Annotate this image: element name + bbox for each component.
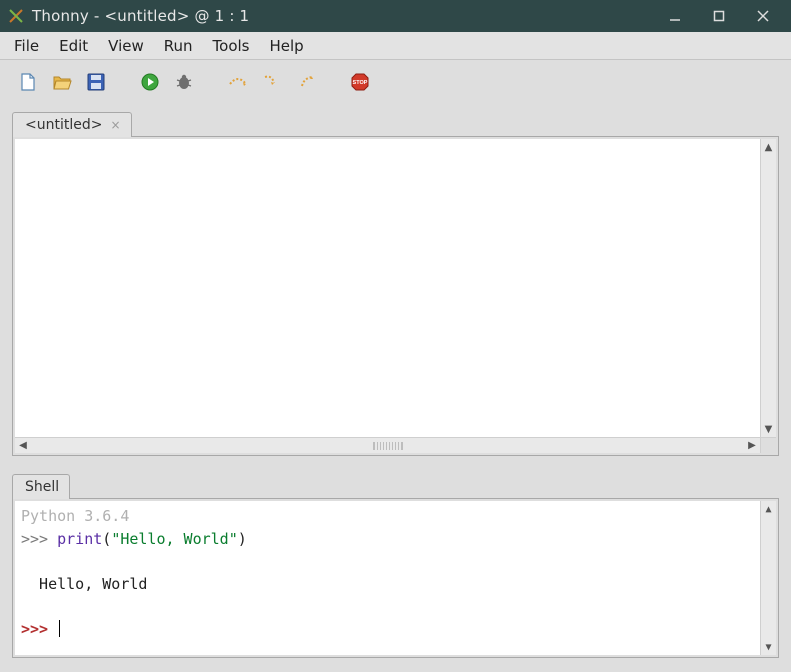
run-button[interactable] xyxy=(136,70,164,98)
debug-icon xyxy=(174,72,194,96)
new-file-icon xyxy=(18,72,38,96)
stop-icon: STOP xyxy=(350,72,370,96)
step-into-icon xyxy=(261,72,283,96)
shell-banner: Python 3.6.4 xyxy=(21,507,129,525)
shell-pane: Python 3.6.4 >>> print("Hello, World") H… xyxy=(12,498,779,658)
menu-tools[interactable]: Tools xyxy=(203,34,260,58)
scrollbar-grip[interactable] xyxy=(373,442,403,450)
new-file-button[interactable] xyxy=(14,70,42,98)
editor-pane: <untitled> × ▲ ▼ ◀ ▶ Shell xyxy=(0,108,791,658)
menu-bar: File Edit View Run Tools Help xyxy=(0,32,791,60)
shell-tab[interactable]: Shell xyxy=(12,474,70,499)
save-file-icon xyxy=(86,72,106,96)
scrollbar-corner xyxy=(760,438,776,453)
scroll-down-icon[interactable]: ▼ xyxy=(761,421,776,437)
editor-tab[interactable]: <untitled> × xyxy=(12,112,132,137)
step-out-button[interactable] xyxy=(292,70,320,98)
menu-run[interactable]: Run xyxy=(154,34,203,58)
scrollbar-track[interactable] xyxy=(31,438,744,453)
scroll-right-icon[interactable]: ▶ xyxy=(744,438,760,453)
menu-view[interactable]: View xyxy=(98,34,154,58)
menu-file[interactable]: File xyxy=(4,34,49,58)
open-file-button[interactable] xyxy=(48,70,76,98)
menu-edit[interactable]: Edit xyxy=(49,34,98,58)
shell-stdout: Hello, World xyxy=(21,575,147,593)
minimize-button[interactable] xyxy=(653,0,697,32)
step-over-icon xyxy=(227,72,249,96)
close-button[interactable] xyxy=(741,0,785,32)
menu-help[interactable]: Help xyxy=(260,34,314,58)
svg-text:STOP: STOP xyxy=(353,80,368,86)
scroll-up-icon[interactable]: ▲ xyxy=(761,139,776,155)
scroll-up-icon[interactable]: ▲ xyxy=(761,501,776,517)
stop-button[interactable]: STOP xyxy=(346,70,374,98)
save-file-button[interactable] xyxy=(82,70,110,98)
shell-prompt-active: >>> xyxy=(21,620,57,638)
title-bar: Thonny - <untitled> @ 1 : 1 xyxy=(0,0,791,32)
client-area: STOP <untitled> × ▲ ▼ ◀ ▶ xyxy=(0,60,791,672)
shell-string: "Hello, World" xyxy=(111,530,237,548)
toolbar: STOP xyxy=(0,60,791,108)
shell-tab-label: Shell xyxy=(25,479,59,495)
shell-vertical-scrollbar[interactable]: ▲ ▼ xyxy=(760,501,776,655)
step-over-button[interactable] xyxy=(224,70,252,98)
shell-prompt: >>> xyxy=(21,530,57,548)
debug-button[interactable] xyxy=(170,70,198,98)
step-into-button[interactable] xyxy=(258,70,286,98)
run-icon xyxy=(140,72,160,96)
app-icon xyxy=(8,8,24,24)
editor-tab-label: <untitled> xyxy=(25,117,102,133)
editor-vertical-scrollbar[interactable]: ▲ ▼ xyxy=(760,139,776,437)
shell-output[interactable]: Python 3.6.4 >>> print("Hello, World") H… xyxy=(15,501,760,655)
open-file-icon xyxy=(52,72,72,96)
step-out-icon xyxy=(295,72,317,96)
window-title: Thonny - <untitled> @ 1 : 1 xyxy=(32,7,249,25)
code-editor[interactable] xyxy=(15,139,760,437)
editor-horizontal-scrollbar[interactable]: ◀ ▶ xyxy=(15,437,776,453)
scroll-down-icon[interactable]: ▼ xyxy=(761,639,776,655)
close-icon[interactable]: × xyxy=(110,119,120,131)
text-cursor xyxy=(59,620,60,637)
scroll-left-icon[interactable]: ◀ xyxy=(15,438,31,453)
maximize-button[interactable] xyxy=(697,0,741,32)
shell-func: print xyxy=(57,530,102,548)
